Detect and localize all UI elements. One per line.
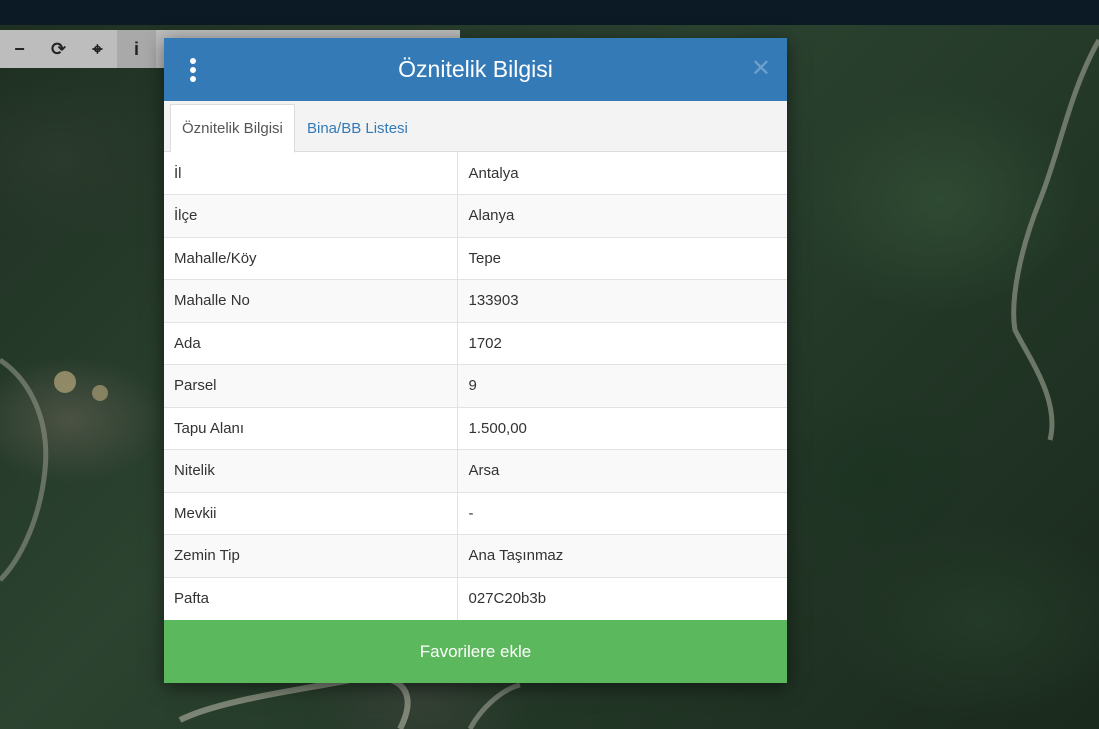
attribute-key: Ada bbox=[164, 321, 458, 365]
table-row: İl Antalya bbox=[164, 152, 787, 195]
close-icon[interactable]: ✕ bbox=[751, 56, 771, 82]
attribute-value: Antalya bbox=[468, 164, 519, 182]
top-bar bbox=[0, 0, 1099, 25]
attribute-key: Mahalle No bbox=[164, 279, 458, 322]
table-row: Tapu Alanı 1.500,00 bbox=[164, 406, 787, 450]
attribute-value: 9 bbox=[457, 364, 787, 407]
table-row: Mahalle No 133903 bbox=[164, 279, 787, 322]
attribute-value: Arsa bbox=[457, 449, 787, 492]
attribute-value: 133903 bbox=[457, 279, 787, 322]
attribute-value: Tepe bbox=[457, 236, 787, 280]
attribute-value: - bbox=[457, 491, 787, 535]
info-icon[interactable]: i bbox=[117, 30, 156, 68]
modal-header: Öznitelik Bilgisi ✕ bbox=[164, 38, 787, 101]
table-row: Zemin Tip Ana Taşınmaz bbox=[164, 534, 787, 577]
modal-tabs: Öznitelik Bilgisi Bina/BB Listesi bbox=[164, 101, 787, 153]
attribute-key: Nitelik bbox=[164, 449, 458, 492]
attribute-key: Parsel bbox=[164, 364, 458, 407]
table-row: Mevkii - bbox=[164, 491, 787, 535]
tab-attribute-info[interactable]: Öznitelik Bilgisi bbox=[170, 104, 295, 153]
table-row: Mahalle/Köy Tepe bbox=[164, 236, 787, 280]
attribute-value: Alanya bbox=[457, 194, 787, 237]
attribute-value: 027C20b3b bbox=[457, 576, 787, 620]
menu-kebab-icon[interactable] bbox=[186, 58, 200, 82]
attribute-value: Ana Taşınmaz bbox=[457, 534, 787, 577]
minus-icon[interactable]: − bbox=[0, 30, 39, 68]
crosshair-icon[interactable]: ⌖ bbox=[78, 30, 117, 68]
attribute-key: Pafta bbox=[164, 576, 458, 620]
add-to-favorites-button[interactable]: Favorilere ekle bbox=[164, 620, 787, 683]
attribute-table: İl Antalya İlçe Alanya Mahalle/Köy Tepe Mahall… bbox=[164, 152, 787, 620]
attribute-key: Mevkii bbox=[164, 491, 458, 535]
refresh-icon[interactable]: ⟳ bbox=[39, 30, 78, 68]
attribute-key: İl bbox=[164, 152, 458, 195]
attribute-info-modal: Öznitelik Bilgisi ✕ Öznitelik Bilgisi Bi… bbox=[164, 38, 787, 683]
modal-title: Öznitelik Bilgisi bbox=[398, 56, 553, 82]
attribute-key: Zemin Tip bbox=[164, 534, 458, 577]
table-row: Ada 1702 bbox=[164, 321, 787, 365]
attribute-value: 1.500,00 bbox=[457, 406, 787, 450]
attribute-key: Tapu Alanı bbox=[164, 406, 458, 450]
attribute-key: Mahalle/Köy bbox=[164, 236, 458, 280]
table-row: Pafta 027C20b3b bbox=[164, 576, 787, 620]
table-row: Nitelik Arsa bbox=[164, 449, 787, 492]
table-row: Parsel 9 bbox=[164, 364, 787, 407]
table-row: İlçe Alanya bbox=[164, 194, 787, 237]
tab-building-list[interactable]: Bina/BB Listesi bbox=[296, 104, 419, 153]
attribute-value: 1702 bbox=[457, 321, 787, 365]
attribute-key: İlçe bbox=[164, 194, 458, 237]
